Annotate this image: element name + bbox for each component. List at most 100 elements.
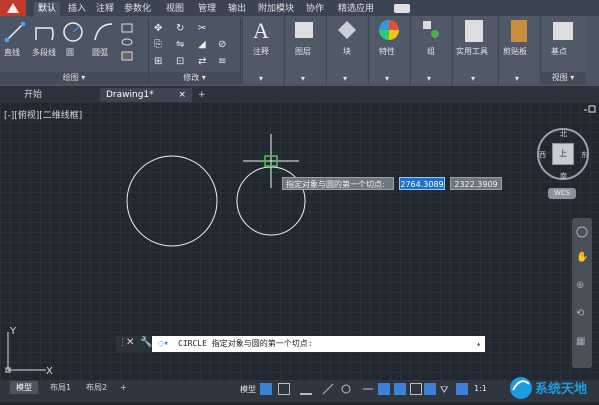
svg-text:Y: Y	[9, 326, 17, 337]
add-layout-button[interactable]: +	[114, 381, 133, 394]
tab-start[interactable]: 开始	[18, 88, 48, 102]
osnap-icon[interactable]	[340, 383, 352, 395]
compass-west[interactable]: 西	[539, 150, 546, 160]
circle-label[interactable]: 圆	[66, 47, 74, 58]
svg-text:⎘: ⎘	[154, 39, 162, 50]
watermark-logo: 系统天地	[507, 372, 599, 402]
separator	[240, 18, 241, 84]
tab-view[interactable]: 视图	[162, 2, 188, 16]
annotation-scale-icon[interactable]	[424, 383, 436, 395]
coordinate-x-input[interactable]: 2764.3089	[399, 177, 445, 190]
ortho-icon[interactable]	[300, 383, 312, 395]
file-tabs: 开始 Drawing1* × +	[0, 86, 599, 102]
svg-text:⊕: ⊕	[576, 280, 584, 291]
svg-text:⛛: ⛛	[440, 385, 449, 395]
model-space-toggle[interactable]: 模型	[240, 384, 256, 395]
circle-tool-icon[interactable]	[62, 20, 84, 44]
svg-text:◢: ◢	[198, 39, 206, 50]
group-button[interactable]: 组 ▾	[410, 16, 451, 84]
auto-scale-icon[interactable]	[456, 383, 468, 395]
video-icon[interactable]	[394, 4, 410, 13]
line-tool-icon[interactable]	[4, 20, 26, 44]
command-line-input[interactable]: ◌▾ CIRCLE 指定对象与圆的第一个切点: ▴	[152, 336, 485, 352]
line-label[interactable]: 直线	[4, 47, 20, 58]
tab-parametric[interactable]: 参数化	[120, 2, 155, 16]
tab-output[interactable]: 输出	[224, 2, 250, 16]
layers-icon	[295, 22, 313, 38]
lineweight-icon[interactable]	[394, 383, 406, 395]
grid-icon[interactable]	[260, 383, 272, 395]
svg-text:⊞: ⊞	[154, 56, 162, 67]
compass-east[interactable]: 东	[581, 150, 588, 160]
compass-north[interactable]: 北	[560, 129, 567, 139]
draw-extra-icons[interactable]	[120, 22, 142, 66]
close-icon[interactable]: ✕	[126, 337, 134, 348]
svg-text:⇄: ⇄	[198, 56, 206, 67]
polyline-tool-icon[interactable]	[34, 20, 56, 44]
svg-text:⊘: ⊘	[218, 39, 226, 50]
layout-tab-model[interactable]: 模型	[10, 381, 38, 394]
tab-insert[interactable]: 插入	[64, 2, 90, 16]
new-tab-button[interactable]: +	[192, 88, 212, 102]
otrack-icon[interactable]	[362, 383, 374, 395]
draw-panel-title[interactable]: 绘图 ▾	[0, 72, 148, 84]
svg-text:✥: ✥	[154, 23, 162, 34]
wcs-menu[interactable]: WCS	[548, 188, 576, 199]
modify-panel-title[interactable]: 修改 ▾	[149, 72, 240, 84]
svg-text:⇋: ⇋	[176, 39, 184, 50]
layer-button[interactable]: 图层 ▾	[284, 16, 325, 84]
tab-featured-apps[interactable]: 精选应用	[334, 2, 378, 16]
annotate-button[interactable]: A 注释 ▾	[242, 16, 283, 84]
navigation-bar[interactable]: ✋ ⊕ ⟲ ▦	[572, 218, 592, 368]
annotation-visibility-icon[interactable]: ⛛	[440, 383, 452, 396]
block-button[interactable]: 块 ▾	[326, 16, 367, 84]
polar-icon[interactable]	[322, 383, 334, 395]
ucs-icon: Y X	[5, 326, 53, 377]
wrench-icon[interactable]: 🔧	[140, 337, 152, 348]
scale-selector[interactable]: 1:1	[474, 384, 487, 393]
svg-text:⊡: ⊡	[176, 56, 184, 67]
tab-manage[interactable]: 管理	[194, 2, 220, 16]
modify-tools[interactable]: ✥ ↻ ✂ ⎘ ⇋ ◢ ⊘ ⊞ ⊡ ⇄ ≡	[152, 20, 238, 70]
svg-text:✂: ✂	[198, 23, 206, 34]
clipboard-icon	[511, 20, 527, 42]
svg-text:↻: ↻	[176, 23, 184, 34]
dynamic-input-icon[interactable]	[378, 383, 390, 395]
block-icon	[337, 20, 357, 40]
properties-button[interactable]: 特性 ▾	[368, 16, 409, 84]
calculator-icon	[465, 20, 483, 42]
tab-addons[interactable]: 附加模块	[254, 2, 298, 16]
viewcube-top-face[interactable]: 上	[552, 143, 574, 165]
snap-icon[interactable]	[278, 383, 290, 395]
command-text: CIRCLE 指定对象与圆的第一个切点:	[178, 339, 313, 348]
app-logo-icon[interactable]	[0, 0, 26, 16]
command-prompt-icon: ◌▾	[158, 339, 169, 349]
circle-left	[126, 155, 218, 247]
arc-tool-icon[interactable]	[92, 20, 114, 44]
close-icon[interactable]: ×	[178, 88, 186, 102]
clipboard-button[interactable]: 剪贴板 ▾	[498, 16, 539, 84]
coordinate-y-input[interactable]: 2322.3909	[450, 177, 502, 190]
command-line-handle[interactable]: ⋮ ✕ 🔧	[116, 336, 152, 352]
tab-annotate[interactable]: 注释	[92, 2, 118, 16]
layout-tab-1[interactable]: 布局1	[44, 381, 77, 394]
transparency-icon[interactable]	[410, 383, 422, 395]
layout-tab-2[interactable]: 布局2	[80, 381, 113, 394]
ribbon: 直线 多段线 圆 圆弧 绘图 ▾ ✥ ↻ ✂ ⎘ ⇋ ◢ ⊘ ⊞ ⊡ ⇄ ≡ 修改 ▾ A 注释…	[0, 16, 599, 86]
tab-drawing1[interactable]: Drawing1* ×	[100, 88, 192, 102]
svg-text:≡: ≡	[218, 56, 226, 67]
polyline-label[interactable]: 多段线	[32, 47, 56, 58]
history-arrow-icon[interactable]: ▴	[476, 336, 481, 352]
tab-default[interactable]: 默认	[34, 2, 61, 16]
tab-collaborate[interactable]: 协作	[302, 2, 328, 16]
compass-south[interactable]: 南	[560, 171, 567, 181]
utilities-button[interactable]: 实用工具 ▾	[452, 16, 497, 84]
color-wheel-icon	[379, 20, 399, 40]
group-icon	[422, 20, 440, 40]
tab-drawing-label: Drawing1*	[106, 90, 154, 100]
view-panel-title[interactable]: 视图 ▾	[540, 72, 586, 84]
arc-label[interactable]: 圆弧	[92, 47, 108, 58]
svg-text:▦: ▦	[576, 336, 585, 347]
watermark-text: 系统天地	[535, 382, 588, 397]
svg-text:X: X	[46, 366, 53, 377]
